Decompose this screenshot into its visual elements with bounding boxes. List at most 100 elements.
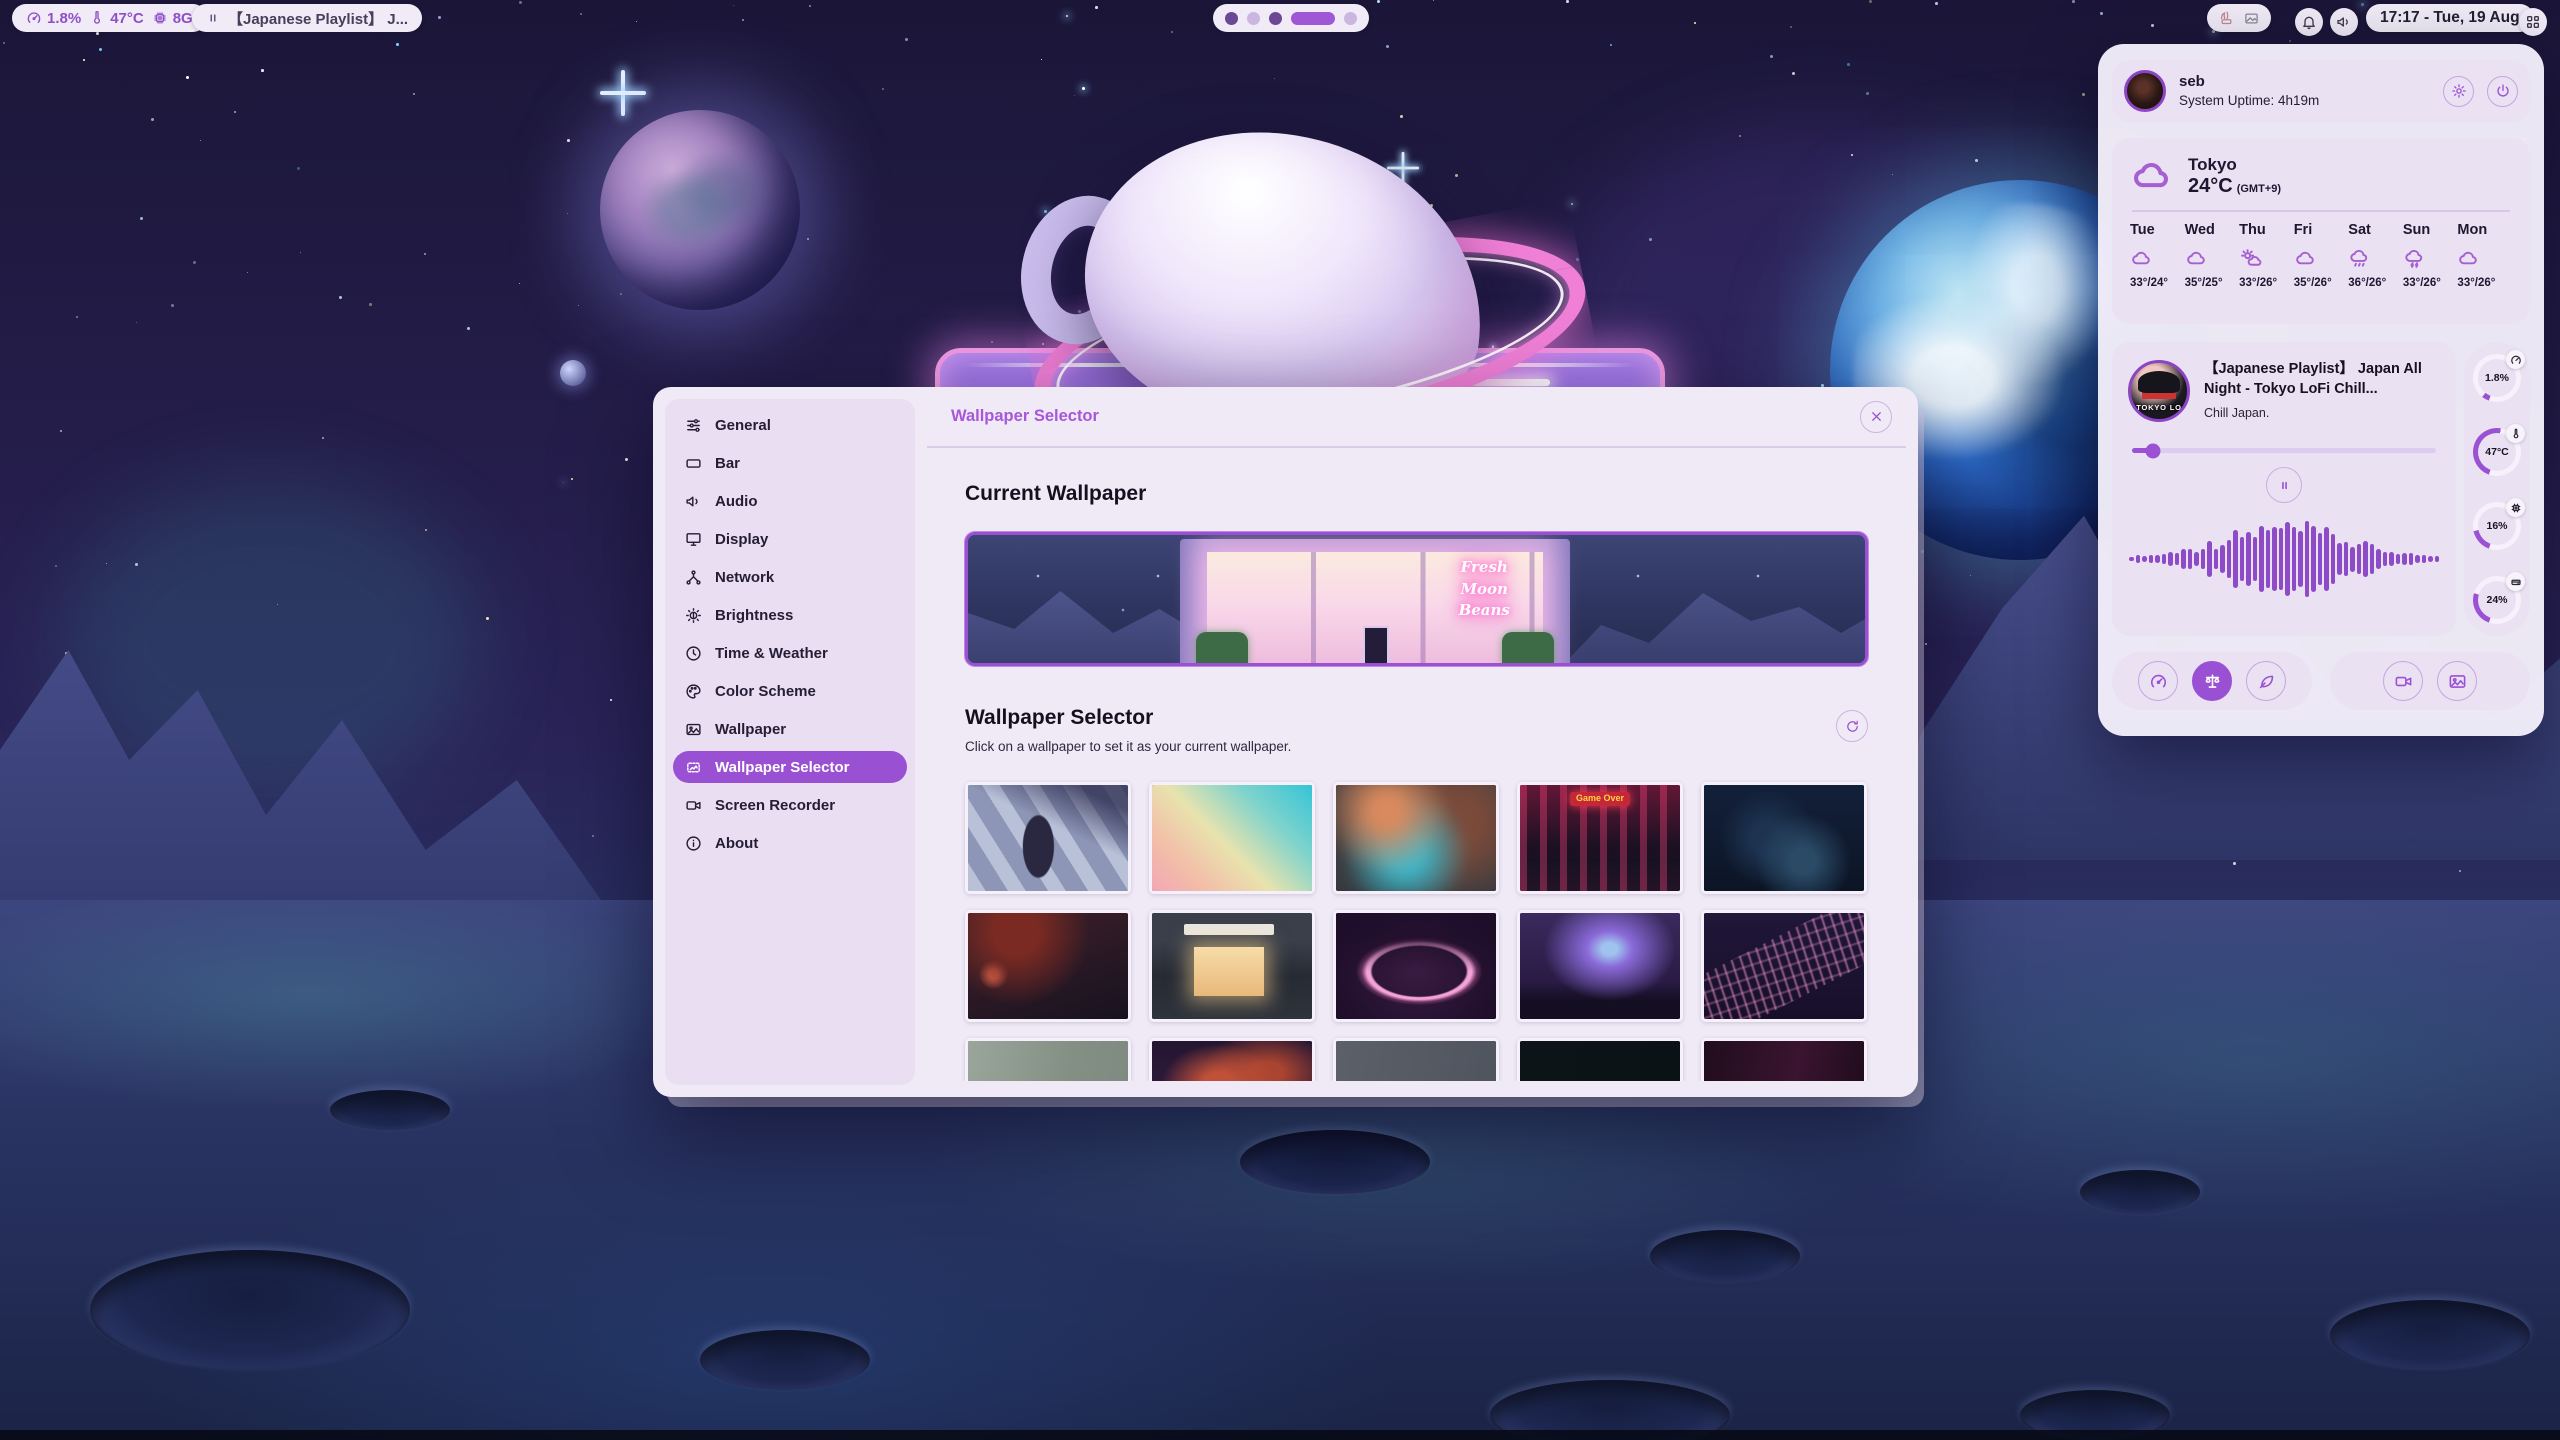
wallpaper-thumb-cyberpunk-arcade[interactable]: Game Over <box>1517 782 1683 894</box>
sidebar-item-audio[interactable]: Audio <box>673 485 907 517</box>
temp-stat: 47°C <box>89 10 144 27</box>
cloud-icon <box>2130 154 2174 198</box>
forecast-day: Fri 35°/26° <box>2294 222 2349 289</box>
refresh-icon <box>1845 719 1860 734</box>
dashboard-button[interactable] <box>2519 8 2547 36</box>
volume-button[interactable] <box>2330 8 2358 36</box>
media-pill-label: 【Japanese Playlist】 J... <box>228 8 408 29</box>
sidebar-item-brightness[interactable]: Brightness <box>673 599 907 631</box>
media-artist: Chill Japan. <box>2204 406 2440 420</box>
system-stats-pill[interactable]: 1.8% 47°C 8G <box>12 4 207 32</box>
wallpaper-thumb-purple-eclipse[interactable] <box>1333 910 1499 1022</box>
balanced-mode-button[interactable] <box>2192 661 2232 701</box>
network-icon <box>685 569 702 586</box>
sidebar-item-network[interactable]: Network <box>673 561 907 593</box>
sidebar-item-label: Display <box>715 531 768 548</box>
window-body[interactable]: Current Wallpaper Fresh Moon Beans <box>915 448 1918 1081</box>
sidebar-item-about[interactable]: About <box>673 827 907 859</box>
forecast-temps: 33°/26° <box>2457 277 2512 289</box>
wallpaper-thumb-lofi-coffee-storefront[interactable] <box>1149 910 1315 1022</box>
neon-line: Beans <box>1422 600 1547 622</box>
sidebar-item-label: Time & Weather <box>715 645 828 662</box>
workspace-indicator-occupied[interactable] <box>1269 12 1282 25</box>
album-art-text: TOKYO LO <box>2131 403 2187 412</box>
wallpaper-thumb-crimson-lake[interactable] <box>1149 1038 1315 1081</box>
wallpaper-thumb-anime-girl-crosswalk[interactable] <box>965 782 1131 894</box>
tray-icon-1[interactable] <box>2219 11 2234 26</box>
star-sparkle <box>600 70 646 116</box>
leaf-icon <box>2257 672 2276 691</box>
sidebar-item-time-weather[interactable]: Time & Weather <box>673 637 907 669</box>
sidebar-item-wallpaper-selector[interactable]: Wallpaper Selector <box>673 751 907 783</box>
sidebar-item-screen-recorder[interactable]: Screen Recorder <box>673 789 907 821</box>
sidebar-item-wallpaper[interactable]: Wallpaper <box>673 713 907 745</box>
sidebar-item-bar[interactable]: Bar <box>673 447 907 479</box>
workspace-indicator-active[interactable] <box>1291 12 1335 25</box>
media-pill[interactable]: 【Japanese Playlist】 J... <box>192 4 422 32</box>
wallpaper-thumb-nebula-forest[interactable] <box>1517 910 1683 1022</box>
wallpaper-thumb-dark-teal[interactable] <box>1517 1038 1683 1081</box>
media-progress-slider[interactable] <box>2132 448 2436 453</box>
screenshot-button[interactable] <box>2437 661 2477 701</box>
refresh-button[interactable] <box>1836 710 1868 742</box>
forecast-day-label: Mon <box>2457 222 2512 238</box>
window-header: Wallpaper Selector <box>915 387 1918 446</box>
neon-line: Fresh <box>1422 557 1547 579</box>
weather-timezone: (GMT+9) <box>2237 183 2281 195</box>
cloud-icon <box>2457 247 2480 270</box>
system-tray-pill[interactable] <box>2207 4 2271 32</box>
rain-cloud-icon <box>2348 247 2371 270</box>
crater <box>700 1330 870 1390</box>
clock-icon <box>685 645 702 662</box>
settings-button[interactable] <box>2443 76 2474 107</box>
pause-button[interactable] <box>2266 467 2302 503</box>
thermometer-icon <box>89 10 105 26</box>
temp-value: 47°C <box>110 10 144 27</box>
wallpaper-thumb-plum-gradient[interactable] <box>1701 1038 1867 1081</box>
current-wallpaper-heading: Current Wallpaper <box>965 482 1868 506</box>
wallpaper-thumb-ember-forest[interactable] <box>965 910 1131 1022</box>
wallpaper-thumb-pastel-sunset-gradient[interactable] <box>1149 782 1315 894</box>
wallpaper-thumb-wireframe-waves[interactable] <box>1701 910 1867 1022</box>
forecast-temps: 33°/26° <box>2239 277 2294 289</box>
wallpaper-thumb-slate-grey[interactable] <box>1333 1038 1499 1081</box>
crater <box>330 1090 450 1130</box>
wallpaper-thumb-sage-grey[interactable] <box>965 1038 1131 1081</box>
forecast-temps: 36°/26° <box>2348 277 2403 289</box>
sidebar-item-display[interactable]: Display <box>673 523 907 555</box>
forecast-day-label: Tue <box>2130 222 2185 238</box>
workspace-indicator-empty[interactable] <box>1344 12 1357 25</box>
screen-record-button[interactable] <box>2383 661 2423 701</box>
tray-icon-2[interactable] <box>2244 11 2259 26</box>
sidebar-item-label: Bar <box>715 455 740 472</box>
performance-mode-button[interactable] <box>2138 661 2178 701</box>
notifications-button[interactable] <box>2295 8 2323 36</box>
sidebar-item-color-scheme[interactable]: Color Scheme <box>673 675 907 707</box>
settings-content: Wallpaper Selector Current Wallpaper Fre… <box>915 387 1918 1097</box>
user-card: seb System Uptime: 4h19m <box>2112 60 2530 122</box>
sidebar-item-general[interactable]: General <box>673 409 907 441</box>
power-button[interactable] <box>2487 76 2518 107</box>
palette-icon <box>685 683 702 700</box>
camera-icon <box>2394 672 2413 691</box>
workspace-indicator-empty[interactable] <box>1247 12 1260 25</box>
clock-pill[interactable]: 17:17 - Tue, 19 Aug <box>2366 4 2534 32</box>
forecast-day-label: Sat <box>2348 222 2403 238</box>
wallpaper-thumb-blurred-aurora[interactable] <box>1333 782 1499 894</box>
cpu-stat: 1.8% <box>26 10 81 27</box>
image-icon <box>685 721 702 738</box>
disk-gauge: 24% <box>2473 576 2521 624</box>
pause-icon <box>2277 478 2292 493</box>
power-saver-mode-button[interactable] <box>2246 661 2286 701</box>
forecast-temps: 33°/26° <box>2403 277 2458 289</box>
sidebar-item-label: Wallpaper Selector <box>715 759 850 776</box>
wallpaper-thumb-dark-night-castle[interactable] <box>1701 782 1867 894</box>
media-progress-thumb[interactable] <box>2146 443 2161 458</box>
close-button[interactable] <box>1860 401 1892 433</box>
crater <box>1240 1130 1430 1194</box>
workspace-indicator-occupied[interactable] <box>1225 12 1238 25</box>
selector-subtitle: Click on a wallpaper to set it as your c… <box>965 739 1291 754</box>
speaker-icon <box>685 493 702 510</box>
chip-icon <box>2510 502 2522 514</box>
window-title: Wallpaper Selector <box>951 407 1860 426</box>
